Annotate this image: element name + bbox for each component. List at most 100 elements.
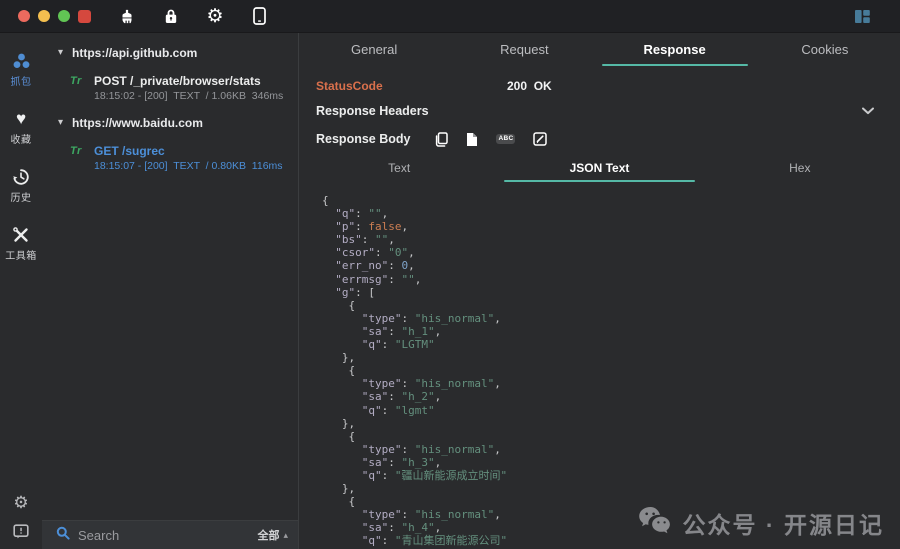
request-meta: 18:15:02 - [200] TEXT / 1.06KB 346ms (94, 90, 283, 102)
status-code-value: 200 OK (507, 79, 552, 93)
request-panel: ▾https://api.github.comTrPOST /_private/… (42, 33, 299, 549)
code-line: "err_no": 0, (322, 259, 900, 272)
tls-badge: Tr (70, 74, 94, 102)
zoom-button[interactable] (58, 10, 70, 22)
detail-panel: GeneralRequestResponseCookies StatusCode… (299, 33, 900, 549)
code-line: "p": false, (322, 220, 900, 233)
chevron-down-icon[interactable] (862, 108, 874, 115)
code-line: "q": "LGTM" (322, 338, 900, 351)
nav-rail-bottom: ⚙ (13, 493, 29, 549)
code-line: }, (322, 351, 900, 364)
tab-general[interactable]: General (299, 33, 449, 66)
settings-gear-icon-bottom[interactable]: ⚙ (13, 493, 28, 513)
response-body-tools: ABC (434, 132, 547, 147)
response-body-section: Response Body ABC (299, 124, 900, 154)
split-layout-icon[interactable] (855, 10, 870, 23)
response-headers-section[interactable]: Response Headers (299, 98, 900, 124)
detail-tabs: GeneralRequestResponseCookies (299, 33, 900, 66)
response-headers-label: Response Headers (316, 104, 429, 118)
nav-item-favorites[interactable]: ♥ 收藏 (11, 109, 32, 146)
code-line: "sa": "h_2", (322, 390, 900, 403)
titlebar: ⚙ (0, 0, 900, 33)
request-group-header[interactable]: ▾https://www.baidu.com (42, 109, 298, 136)
capture-icon (12, 51, 31, 70)
nav-label-toolbox: 工具箱 (5, 247, 37, 262)
request-group-header[interactable]: ▾ https://api.github.com (42, 39, 298, 66)
nav-rail: 抓包 ♥ 收藏 历史 (0, 33, 42, 549)
stop-record-button[interactable] (78, 10, 91, 23)
edit-icon[interactable] (533, 132, 547, 147)
code-line: { (322, 495, 900, 508)
code-line: "type": "his_normal", (322, 312, 900, 325)
request-item[interactable]: TrPOST /_private/browser/stats 18:15:02 -… (42, 66, 298, 109)
nav-item-toolbox[interactable]: 工具箱 (5, 225, 37, 262)
tab-response[interactable]: Response (600, 33, 750, 66)
code-line: "q": "青山集团新能源公司" (322, 534, 900, 547)
request-method-path: POST /_private/browser/stats (94, 74, 283, 88)
code-line: }, (322, 482, 900, 495)
body-tab-text[interactable]: Text (299, 154, 499, 182)
code-line: "sa": "h_1", (322, 325, 900, 338)
history-icon (12, 167, 30, 186)
mobile-device-icon[interactable] (251, 8, 267, 25)
nav-item-capture[interactable]: 抓包 (11, 51, 32, 88)
code-line: "type": "his_normal", (322, 377, 900, 390)
request-group-host: https://www.baidu.com (72, 116, 203, 130)
filter-label: 全部 (257, 527, 279, 543)
app-body: 抓包 ♥ 收藏 历史 (0, 33, 900, 549)
body-tab-json-text[interactable]: JSON Text (499, 154, 699, 182)
ssl-lock-icon[interactable] (163, 8, 179, 25)
body-tab-hex[interactable]: Hex (700, 154, 900, 182)
copy-icon[interactable] (434, 132, 448, 147)
minimize-button[interactable] (38, 10, 50, 22)
abc-encoding-icon[interactable]: ABC (496, 132, 515, 147)
request-group-host: https://api.github.com (72, 46, 197, 60)
document-icon[interactable] (466, 132, 478, 147)
body-tabs: TextJSON TextHex (299, 154, 900, 182)
feedback-icon[interactable] (13, 524, 29, 539)
traffic-lights (0, 10, 70, 22)
gear-glyph: ⚙ (206, 8, 223, 25)
search-icon (56, 526, 70, 545)
request-item[interactable]: TrGET /sugrec 18:15:07 - [200] TEXT / 0.8… (42, 136, 298, 179)
caret-down-icon: ▾ (58, 48, 63, 58)
nav-item-history[interactable]: 历史 (11, 167, 32, 204)
settings-gear-icon[interactable]: ⚙ (207, 8, 223, 25)
code-line: "sa": "h_4", (322, 521, 900, 534)
code-line: "q": "lgmt" (322, 404, 900, 417)
code-line: "csor": "0", (322, 246, 900, 259)
request-method-path: GET /sugrec (94, 144, 283, 158)
caret-up-icon: ▴ (283, 530, 288, 541)
code-line: "q": "", (322, 207, 900, 220)
tls-badge: Tr (70, 144, 94, 172)
app-window: ⚙ (0, 0, 900, 549)
json-body[interactable]: { "q": "", "p": false, "bs": "", "csor":… (299, 182, 900, 549)
search-bar: 全部 ▴ (42, 520, 298, 549)
code-line: "sa": "h_3", (322, 456, 900, 469)
code-line: "q": "疆山新能源成立时间" (322, 469, 900, 482)
nav-label-favorites: 收藏 (11, 131, 32, 146)
clear-brush-icon[interactable] (119, 8, 135, 25)
request-meta: 18:15:07 - [200] TEXT / 0.80KB 116ms (94, 160, 283, 172)
tab-request[interactable]: Request (449, 33, 599, 66)
toolbox-icon (12, 225, 31, 244)
status-row: StatusCode 200 OK (299, 74, 900, 98)
search-input[interactable] (78, 528, 257, 543)
status-code-label: StatusCode (316, 79, 383, 93)
code-line: }, (322, 417, 900, 430)
close-button[interactable] (18, 10, 30, 22)
code-line: { (322, 299, 900, 312)
code-line: { (322, 364, 900, 377)
code-line: { (322, 194, 900, 207)
tab-cookies[interactable]: Cookies (750, 33, 900, 66)
nav-label-capture: 抓包 (11, 73, 32, 88)
filter-dropdown[interactable]: 全部 ▴ (257, 527, 288, 543)
heart-icon: ♥ (16, 109, 26, 128)
code-line: "type": "his_normal", (322, 443, 900, 456)
nav-label-history: 历史 (11, 189, 32, 204)
request-list: ▾https://api.github.comTrPOST /_private/… (42, 33, 298, 179)
code-line: { (322, 430, 900, 443)
code-line: "g": [ (322, 286, 900, 299)
code-line: "type": "his_normal", (322, 508, 900, 521)
response-body-label: Response Body (316, 132, 410, 146)
